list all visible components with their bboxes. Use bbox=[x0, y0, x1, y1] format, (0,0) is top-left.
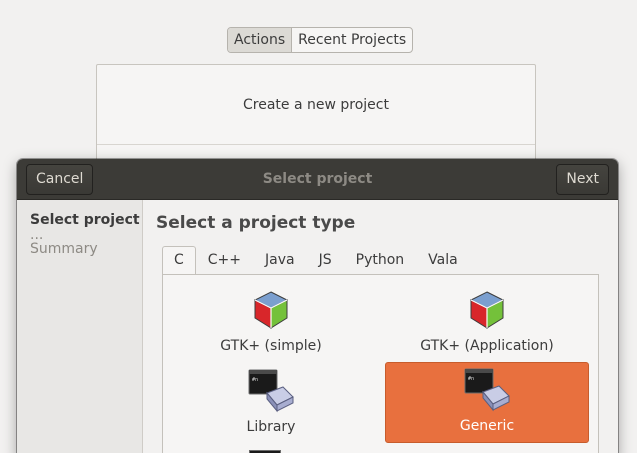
create-new-project-label: Create a new project bbox=[243, 96, 389, 113]
sidebar-step-summary: Summary bbox=[30, 241, 98, 257]
template-label: GTK+ (Application) bbox=[420, 338, 554, 354]
template-grid: GTK+ (simple) GTK+ (Application) #n Libr… bbox=[162, 274, 599, 453]
template-label: GTK+ (simple) bbox=[220, 338, 322, 354]
template-label: Generic bbox=[459, 418, 515, 434]
actions-list: Create a new project bbox=[96, 64, 536, 174]
template-generic[interactable]: #n Generic bbox=[385, 362, 589, 443]
next-button[interactable]: Next bbox=[556, 164, 609, 195]
dialog-title: Select project bbox=[262, 171, 373, 187]
tab-python[interactable]: Python bbox=[344, 246, 417, 274]
gtk-cube-icon bbox=[253, 291, 289, 329]
dialog-content: Select a project type C C++ Java JS Pyth… bbox=[144, 200, 618, 453]
dialog-headerbar: Cancel Select project Next bbox=[17, 159, 618, 200]
svg-text:#n: #n bbox=[252, 377, 258, 383]
tab-java[interactable]: Java bbox=[253, 246, 307, 274]
terminal-window-icon: #n bbox=[248, 369, 294, 413]
template-gtk-application[interactable]: GTK+ (Application) bbox=[385, 283, 589, 362]
assistant-sidebar: Select project ... Summary bbox=[17, 200, 143, 453]
tab-vala[interactable]: Vala bbox=[416, 246, 470, 274]
sidebar-step-select-project: Select project bbox=[30, 212, 140, 228]
template-library[interactable]: #n Library bbox=[169, 364, 373, 443]
actions-toggle[interactable]: Actions bbox=[228, 28, 293, 52]
template-gtk-simple[interactable]: GTK+ (simple) bbox=[169, 283, 373, 362]
mode-switch: Actions Recent Projects bbox=[227, 27, 414, 53]
tab-cpp[interactable]: C++ bbox=[196, 246, 253, 274]
create-new-project-item[interactable]: Create a new project bbox=[97, 65, 535, 145]
template-label: Library bbox=[246, 419, 296, 435]
new-project-dialog: Cancel Select project Next Select projec… bbox=[17, 159, 618, 453]
terminal-window-icon: #n bbox=[464, 368, 510, 412]
recent-projects-toggle[interactable]: Recent Projects bbox=[292, 28, 412, 52]
language-tabs: C C++ Java JS Python Vala bbox=[162, 246, 470, 274]
sidebar-step-ellipsis: ... bbox=[30, 227, 44, 243]
gtk-cube-icon bbox=[469, 291, 505, 329]
tab-js[interactable]: JS bbox=[307, 246, 344, 274]
svg-text:#n: #n bbox=[468, 376, 474, 382]
tab-c[interactable]: C bbox=[162, 246, 196, 274]
page-heading: Select a project type bbox=[156, 213, 356, 233]
